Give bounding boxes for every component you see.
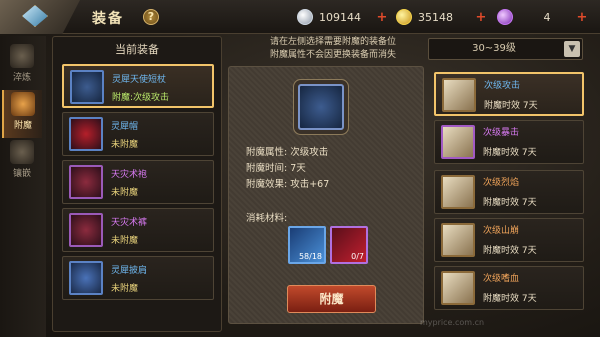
equipment-status: 附魔:次级攻击 [112,93,170,103]
equipment-item[interactable]: 天灾术裤 未附魔 [62,208,214,252]
equipment-item[interactable]: 天灾术袍 未附魔 [62,160,214,204]
equipment-status: 未附魔 [111,188,139,198]
equipment-item[interactable]: 灵犀帽 未附魔 [62,112,214,156]
scroll-name: 次级山崩 [483,226,520,236]
crystal-material-icon[interactable]: 58/18 [288,226,326,264]
side-tabs: 淬炼 附魔 镶嵌 [0,36,46,337]
orb-resource: 4 + [497,8,589,26]
page-title: 装备 [92,11,124,27]
tab-refine[interactable]: 淬炼 [2,42,42,90]
scroll-desc: 附魔时效 7天 [483,198,537,208]
equipment-name: 灵犀披肩 [111,266,148,276]
add-orb-button[interactable]: + [575,10,589,25]
scroll-name: 次级烈焰 [483,178,520,188]
chevron-down-icon: ▼ [564,41,580,57]
tip-line-2: 附魔属性不会因更换装备而消失 [269,50,396,60]
ruby-material-icon[interactable]: 0/7 [330,226,368,264]
level-select-value: 30~39级 [472,43,516,54]
purple-orb-icon [497,9,513,25]
scroll-name: 次级攻击 [484,81,521,91]
selected-staff-icon [298,84,344,130]
material-count: 58/18 [298,252,322,261]
orb-value: 4 [543,10,551,24]
tab-refine-label: 淬炼 [12,73,31,83]
material-count: 0/7 [351,252,364,261]
refine-icon [10,44,34,68]
materials-label: 消耗材料: [246,213,288,224]
enchant-time: 附魔时间: 7天 [246,163,306,174]
inlay-icon [10,140,34,164]
helmet-icon [69,117,103,151]
scroll-item[interactable]: 次级暴击 附魔时效 7天 [434,120,584,164]
top-bar: 装备 ? 109144 + 35148 + 4 + [0,0,600,34]
silver-coin-icon [297,9,313,25]
equipment-item[interactable]: 灵犀天使短杖 附魔:次级攻击 [62,64,214,108]
tab-enchant[interactable]: 附魔 [2,90,42,138]
watermark: myprice.com.cn [420,318,485,327]
help-button[interactable]: ? [143,9,159,25]
add-gold-button[interactable]: + [474,10,488,25]
scroll-desc: 附魔时效 7天 [483,246,537,256]
scroll-desc: 附魔时效 7天 [483,148,537,158]
wings-icon [11,92,35,116]
tab-enchant-label: 附魔 [13,121,32,131]
scroll-icon [442,78,476,112]
scroll-item[interactable]: 次级山崩 附魔时效 7天 [434,218,584,262]
equipment-status: 未附魔 [111,284,139,294]
scroll-name: 次级暴击 [483,128,520,138]
tab-inlay-label: 镶嵌 [12,169,31,179]
scroll-item[interactable]: 次级嗜血 附魔时效 7天 [434,266,584,310]
equipment-item[interactable]: 灵犀披肩 未附魔 [62,256,214,300]
diamond-gem-icon [22,5,48,27]
equipment-name: 灵犀帽 [111,122,139,132]
scroll-item[interactable]: 次级烈焰 附魔时效 7天 [434,170,584,214]
pants-icon [69,213,103,247]
tip-line-1: 请在左侧选择需要附魔的装备位 [269,37,396,47]
cape-icon [69,261,103,295]
scroll-item[interactable]: 次级攻击 附魔时效 7天 [434,72,584,116]
gold-value: 35148 [418,10,453,24]
tab-inlay[interactable]: 镶嵌 [2,138,42,186]
gold-resource: 35148 + [396,8,488,26]
equipment-name: 天灾术袍 [111,170,148,180]
scroll-icon [441,125,475,159]
robe-icon [69,165,103,199]
equipment-status: 未附魔 [111,236,139,246]
scroll-icon [441,223,475,257]
equipment-name: 天灾术裤 [111,218,148,228]
add-silver-button[interactable]: + [375,10,389,25]
silver-value: 109144 [319,10,361,24]
instruction-tip: 请在左侧选择需要附魔的装备位 附魔属性不会因更换装备而消失 [248,36,418,62]
silver-resource: 109144 + [297,8,389,26]
equipment-heading: 当前装备 [115,43,159,56]
scroll-name: 次级嗜血 [483,274,520,284]
enchant-button[interactable]: 附魔 [287,285,376,313]
scroll-icon [441,271,475,305]
level-select[interactable]: 30~39级 ▼ [428,38,583,60]
enchant-effect: 附魔效果: 攻击+67 [246,179,330,190]
game-screen: 装备 ? 109144 + 35148 + 4 + 淬炼 附魔 镶嵌 当前装备 … [0,0,600,337]
back-button[interactable] [0,0,80,34]
scroll-desc: 附魔时效 7天 [484,101,538,111]
gold-coin-icon [396,9,412,25]
enchant-attribute: 附魔属性: 次级攻击 [246,147,329,158]
staff-icon [70,70,104,104]
scroll-desc: 附魔时效 7天 [483,294,537,304]
scroll-icon [441,175,475,209]
equipment-status: 未附魔 [111,140,139,150]
equipment-name: 灵犀天使短杖 [112,75,167,85]
